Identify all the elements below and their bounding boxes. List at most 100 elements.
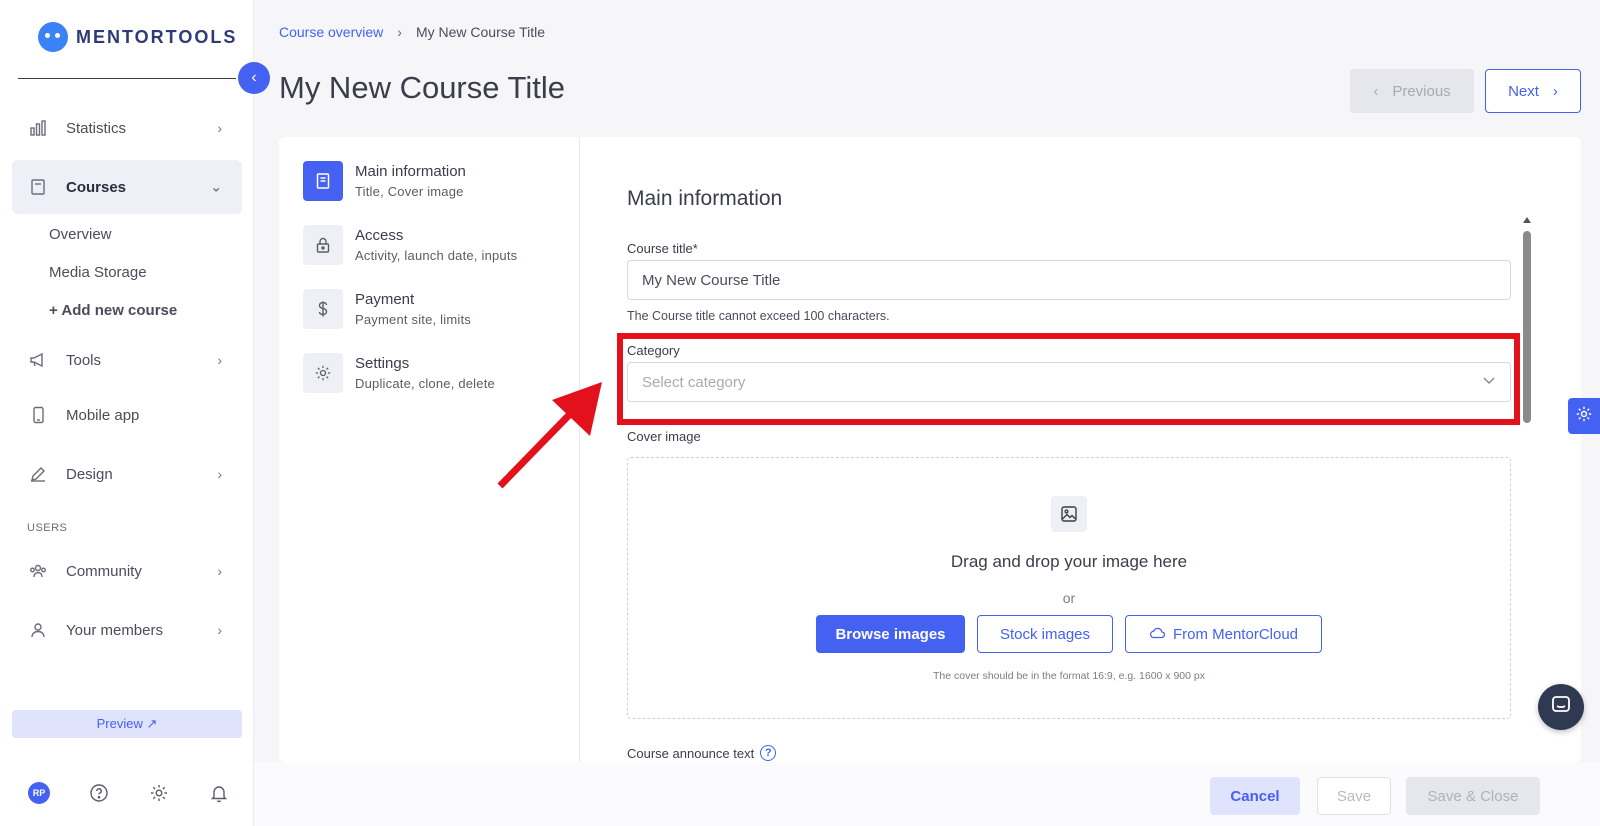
sidebar-item-label: Tools [66,351,102,369]
gear-icon [1575,405,1593,428]
breadcrumb-current: My New Course Title [415,24,546,40]
step-title: Settings [355,355,410,372]
scrollbar[interactable] [1522,217,1532,757]
previous-label: Previous [1392,82,1451,100]
course-announce-label: Course announce text ? [627,745,777,761]
cloud-icon [1149,626,1166,643]
chat-button[interactable] [1538,684,1584,730]
stock-images-button[interactable]: Stock images [977,615,1113,653]
browse-images-button[interactable]: Browse images [816,615,965,653]
breadcrumb-link[interactable]: Course overview [279,24,383,40]
sidebar-subitem-media-storage[interactable]: Media Storage [49,264,147,281]
sidebar-item-community[interactable]: Community › [12,544,242,598]
chevron-right-icon: › [217,622,222,638]
dropzone-hint: The cover should be in the format 16:9, … [932,670,1205,682]
step-subtitle: Activity, launch date, inputs [355,248,518,263]
step-title: Main information [355,163,466,180]
avatar[interactable]: RP [28,782,50,804]
logo-text: MENTORTOOLS [76,26,238,47]
step-subtitle: Title, Cover image [355,184,464,199]
scroll-up-arrow[interactable] [1523,217,1531,223]
sidebar-item-courses[interactable]: Courses ⌄ [12,160,242,214]
step-subtitle: Payment site, limits [355,312,471,327]
dropzone-title: Drag and drop your image here [950,552,1188,571]
step-title: Payment [355,291,415,308]
category-highlight-box [617,333,1520,425]
chevron-right-icon: › [1552,82,1558,100]
phone-icon [28,405,48,425]
sidebar-subitem-add-course[interactable]: + Add new course [49,302,177,319]
pen-icon [28,464,48,484]
sidebar-footer: RP [28,782,230,804]
dropzone-or: or [1062,590,1076,606]
course-title-hint: The Course title cannot exceed 100 chara… [627,309,890,323]
collapse-sidebar-button[interactable]: ‹ [238,62,270,94]
step-title: Access [355,227,404,244]
cancel-button[interactable]: Cancel [1210,777,1300,815]
breadcrumb: Course overview › My New Course Title [279,24,545,40]
bottom-action-bar [254,762,1600,826]
help-icon[interactable]: ? [760,745,777,761]
sidebar-item-tools[interactable]: Tools › [12,333,242,387]
help-icon[interactable] [88,782,110,804]
sidebar-item-mobile-app[interactable]: Mobile app [12,388,242,442]
from-mentorcloud-label: From MentorCloud [1172,625,1299,643]
next-label: Next [1508,82,1539,100]
upload-buttons: Browse images Stock images From MentorCl… [816,615,1322,653]
settings-tab[interactable] [1568,398,1600,434]
save-button[interactable]: Save [1317,777,1391,815]
step-subtitle: Duplicate, clone, delete [355,376,495,391]
dollar-icon [303,289,343,329]
cover-image-dropzone[interactable]: Drag and drop your image here or Browse … [627,457,1511,719]
chevron-left-icon: ‹ [1373,82,1379,100]
step-payment[interactable]: Payment Payment site, limits [303,289,471,329]
next-button[interactable]: Next › [1485,69,1581,113]
page-title: My New Course Title [279,70,565,105]
preview-button[interactable]: Preview ↗ [12,710,242,738]
main-information-form: Main information Course title* My New Co… [617,137,1527,762]
sidebar-item-your-members[interactable]: Your members › [12,603,242,657]
from-mentorcloud-button[interactable]: From MentorCloud [1125,615,1322,653]
sidebar-item-label: Design [66,465,113,483]
sidebar-item-label: Your members [66,621,163,639]
step-main-information[interactable]: Main information Title, Cover image [303,161,466,201]
image-icon [1051,496,1087,532]
chevron-right-icon: › [217,352,222,368]
bell-icon[interactable] [208,782,230,804]
section-label-users: USERS [27,522,68,534]
scroll-thumb[interactable] [1523,231,1531,423]
book-icon [28,177,48,197]
book-icon [303,161,343,201]
sidebar: MENTORTOOLS Statistics › Courses ⌄ Overv… [0,0,254,826]
annotation-arrow [497,382,602,489]
step-access[interactable]: Access Activity, launch date, inputs [303,225,517,265]
sidebar-item-label: Mobile app [66,406,140,424]
step-settings[interactable]: Settings Duplicate, clone, delete [303,353,495,393]
sidebar-item-label: Community [66,562,142,580]
course-title-input[interactable]: My New Course Title [627,260,1511,300]
announce-label-text: Course announce text [627,745,755,761]
sidebar-item-label: Courses [66,178,127,196]
logo[interactable]: MENTORTOOLS [38,22,237,52]
cover-image-label: Cover image [627,429,701,444]
chat-icon [1550,694,1572,721]
chevron-right-icon: › [217,563,222,579]
course-title-label: Course title* [627,241,698,256]
chevron-right-icon: › [217,120,222,136]
sidebar-item-design[interactable]: Design › [12,447,242,501]
previous-button[interactable]: ‹ Previous [1350,69,1474,113]
sidebar-item-statistics[interactable]: Statistics › [12,101,242,155]
bar-chart-icon [28,118,48,138]
course-editor-card: Main information Title, Cover image Acce… [279,137,1581,762]
gear-icon[interactable] [148,782,170,804]
chevron-down-icon: ⌄ [210,178,222,195]
logo-icon [38,22,68,52]
megaphone-icon [28,350,48,370]
chevron-right-icon: › [217,466,222,482]
divider [18,78,236,79]
sidebar-subitem-overview[interactable]: Overview [49,226,112,243]
lock-icon [303,225,343,265]
gear-icon [303,353,343,393]
chevron-right-icon: › [397,24,402,40]
save-and-close-button[interactable]: Save & Close [1406,777,1540,815]
